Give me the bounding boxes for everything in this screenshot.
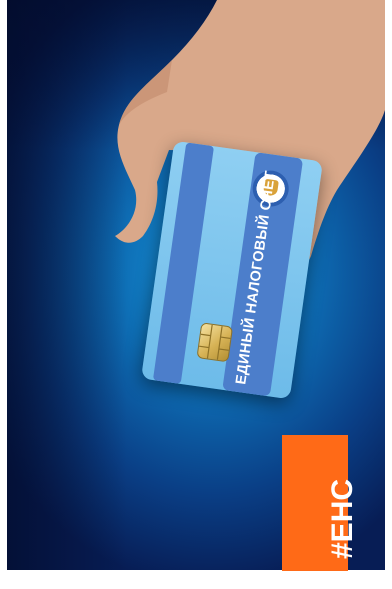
- hashtag-label: #ЕНС: [326, 478, 359, 559]
- card-chip-icon: [196, 322, 234, 363]
- hashtag-badge: #ЕНС: [282, 435, 359, 571]
